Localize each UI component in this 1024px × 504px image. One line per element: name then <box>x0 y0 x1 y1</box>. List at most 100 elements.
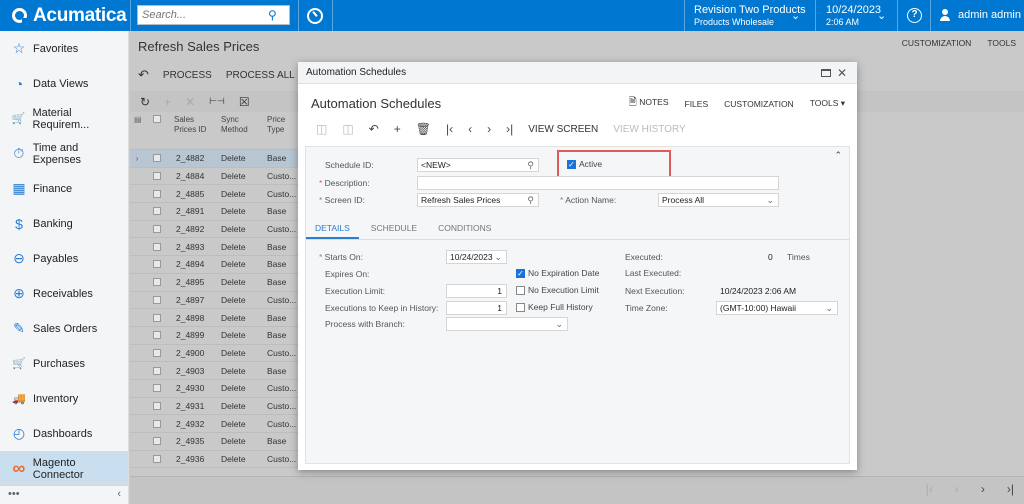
cell-price-type[interactable]: Base <box>263 330 300 340</box>
row-checkbox[interactable] <box>144 189 170 198</box>
cell-sync-method[interactable]: Delete <box>217 206 263 216</box>
row-checkbox[interactable] <box>144 260 170 269</box>
table-row[interactable]: 2_4898 Delete Base <box>130 309 300 327</box>
cell-sales-prices-id[interactable]: 2_4895 <box>170 277 217 287</box>
undo-icon[interactable]: ↶ <box>138 67 149 83</box>
view-history-button[interactable]: VIEW HISTORY <box>613 124 685 135</box>
branch-selector[interactable]: Revision Two Products Products Wholesale <box>694 4 806 28</box>
help-icon[interactable]: ? <box>907 8 922 23</box>
cell-price-type[interactable]: Custo... <box>263 171 300 181</box>
cell-sales-prices-id[interactable]: 2_4900 <box>170 348 217 358</box>
cell-sales-prices-id[interactable]: 2_4903 <box>170 366 217 376</box>
next-page-icon[interactable]: › <box>981 482 985 496</box>
customization-link[interactable]: CUSTOMIZATION <box>902 38 972 48</box>
branch-select[interactable]: ⌄ <box>446 317 568 331</box>
chevron-down-icon[interactable]: ⌄ <box>791 9 800 22</box>
more-icon[interactable]: ••• <box>8 488 20 500</box>
cell-sync-method[interactable]: Delete <box>217 295 263 305</box>
tab-details[interactable]: DETAILS <box>306 217 359 239</box>
cell-sync-method[interactable]: Delete <box>217 454 263 464</box>
cell-price-type[interactable]: Base <box>263 277 300 287</box>
tools-link[interactable]: TOOLS <box>987 38 1016 48</box>
cell-sales-prices-id[interactable]: 2_4931 <box>170 401 217 411</box>
save-icon[interactable]: ◫ <box>342 122 353 136</box>
column-settings-icon[interactable]: ▤ <box>130 112 144 149</box>
cell-sales-prices-id[interactable]: 2_4885 <box>170 189 217 199</box>
cell-sync-method[interactable]: Delete <box>217 366 263 376</box>
table-row[interactable]: 2_4900 Delete Custo... <box>130 345 300 363</box>
search-icon[interactable]: ⚲ <box>527 194 534 206</box>
row-checkbox[interactable] <box>144 455 170 464</box>
notes-link[interactable]: 🗎 NOTES <box>629 95 669 112</box>
cell-price-type[interactable]: Custo... <box>263 454 300 464</box>
cell-sales-prices-id[interactable]: 2_4892 <box>170 224 217 234</box>
cell-sync-method[interactable]: Delete <box>217 189 263 199</box>
cell-price-type[interactable]: Base <box>263 153 300 163</box>
keep-history-field[interactable]: 1 <box>446 301 507 315</box>
cell-sales-prices-id[interactable]: 2_4898 <box>170 313 217 323</box>
cell-sales-prices-id[interactable]: 2_4932 <box>170 419 217 429</box>
row-checkbox[interactable] <box>144 313 170 322</box>
cell-sync-method[interactable]: Delete <box>217 383 263 393</box>
cell-sales-prices-id[interactable]: 2_4882 <box>170 153 217 163</box>
search-icon[interactable]: ⚲ <box>268 8 277 22</box>
sidebar-item-sales-orders[interactable]: ✎ Sales Orders <box>0 311 128 346</box>
sidebar-item-inventory[interactable]: 🚚 Inventory <box>0 381 128 416</box>
row-checkbox[interactable] <box>144 278 170 287</box>
sidebar-item-magento-connector[interactable]: ∞ Magento Connector <box>0 451 128 486</box>
row-checkbox[interactable] <box>144 437 170 446</box>
cell-sync-method[interactable]: Delete <box>217 401 263 411</box>
row-checkbox[interactable] <box>144 295 170 304</box>
cell-sales-prices-id[interactable]: 2_4884 <box>170 171 217 181</box>
cell-sales-prices-id[interactable]: 2_4935 <box>170 436 217 446</box>
row-checkbox[interactable] <box>144 366 170 375</box>
cell-sync-method[interactable]: Delete <box>217 436 263 446</box>
cell-price-type[interactable]: Custo... <box>263 419 300 429</box>
cell-price-type[interactable]: Base <box>263 313 300 323</box>
row-checkbox[interactable] <box>144 401 170 410</box>
cell-price-type[interactable]: Base <box>263 206 300 216</box>
tab-conditions[interactable]: CONDITIONS <box>429 217 500 239</box>
maximize-icon[interactable] <box>820 69 831 77</box>
no-expiration-date-checkbox[interactable]: ✓ No Expiration Date <box>516 268 599 278</box>
table-row[interactable]: 2_4892 Delete Custo... <box>130 221 300 239</box>
next-record-icon[interactable]: › <box>487 122 491 136</box>
row-checkbox[interactable] <box>144 331 170 340</box>
search-icon[interactable]: ⚲ <box>527 159 534 171</box>
cell-sales-prices-id[interactable]: 2_4894 <box>170 259 217 269</box>
prev-page-icon[interactable]: ‹ <box>955 482 959 496</box>
collapse-icon[interactable]: ⌃ <box>834 150 842 161</box>
table-row[interactable]: 2_4930 Delete Custo... <box>130 380 300 398</box>
cell-sales-prices-id[interactable]: 2_4899 <box>170 330 217 340</box>
first-page-icon[interactable]: |‹ <box>926 482 933 496</box>
table-row[interactable]: 2_4891 Delete Base <box>130 203 300 221</box>
row-checkbox[interactable] <box>144 348 170 357</box>
tools-menu[interactable]: TOOLS ▾ <box>810 98 845 109</box>
cell-sync-method[interactable]: Delete <box>217 153 263 163</box>
cell-sync-method[interactable]: Delete <box>217 348 263 358</box>
delete-row-icon[interactable]: ✕ <box>185 95 195 109</box>
row-checkbox[interactable] <box>144 207 170 216</box>
cell-sales-prices-id[interactable]: 2_4930 <box>170 383 217 393</box>
process-all-button[interactable]: PROCESS ALL <box>226 70 295 81</box>
cell-sync-method[interactable]: Delete <box>217 330 263 340</box>
cell-sync-method[interactable]: Delete <box>217 419 263 429</box>
tab-schedule[interactable]: SCHEDULE <box>362 217 426 239</box>
cell-price-type[interactable]: Base <box>263 366 300 376</box>
add-row-icon[interactable]: + <box>164 95 171 109</box>
table-row[interactable]: 2_4884 Delete Custo... <box>130 168 300 186</box>
history-icon[interactable] <box>307 8 323 24</box>
row-checkbox[interactable] <box>144 384 170 393</box>
cell-price-type[interactable]: Custo... <box>263 348 300 358</box>
undo-icon[interactable]: ↶ <box>369 122 379 136</box>
customization-link[interactable]: CUSTOMIZATION <box>724 99 794 109</box>
cell-price-type[interactable]: Custo... <box>263 189 300 199</box>
table-row[interactable]: 2_4899 Delete Base <box>130 327 300 345</box>
export-excel-icon[interactable]: ☒ <box>239 95 250 109</box>
row-checkbox[interactable] <box>144 154 170 163</box>
description-field[interactable] <box>417 176 779 190</box>
table-row[interactable]: 2_4885 Delete Custo... <box>130 185 300 204</box>
first-record-icon[interactable]: |‹ <box>446 122 453 136</box>
schedule-id-field[interactable]: <NEW> ⚲ <box>417 158 539 172</box>
search-input[interactable] <box>138 9 268 21</box>
